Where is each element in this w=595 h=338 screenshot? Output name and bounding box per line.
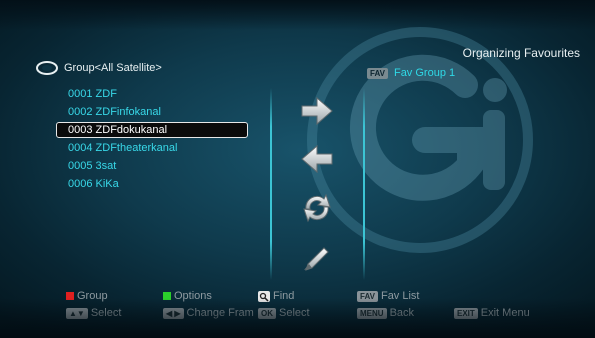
legend-fav-list: FAV Fav List [357, 290, 419, 302]
move-left-icon[interactable] [300, 144, 334, 174]
left-right-key-icon: ◀ ▶ [163, 307, 184, 319]
channel-item[interactable]: 0002 ZDFinfokanal [62, 103, 248, 121]
divider-right [363, 88, 365, 280]
channel-item[interactable]: 0004 ZDFtheaterkanal [62, 139, 248, 157]
divider-left [270, 88, 272, 280]
legend-group: Group [66, 290, 108, 302]
move-right-icon[interactable] [300, 96, 334, 126]
red-key-icon [66, 292, 74, 300]
menu-key-icon: MENU [357, 307, 387, 319]
page-title: Organizing Favourites [462, 46, 580, 60]
exit-key-icon: EXIT [454, 307, 478, 319]
legend-change-frame: ◀ ▶ Change Fram [163, 307, 254, 319]
channel-item[interactable]: 0005 3sat [62, 157, 248, 175]
legend-options: Options [163, 290, 212, 302]
find-icon [258, 290, 270, 302]
satellite-dish-icon [36, 61, 58, 75]
channel-item[interactable]: 0006 KiKa [62, 175, 248, 193]
legend-select: ▲▼ Select [66, 307, 121, 319]
channel-item[interactable]: 0001 ZDF [62, 85, 248, 103]
up-down-key-icon: ▲▼ [66, 307, 88, 319]
fav-group-header: FAV Fav Group 1 [367, 67, 455, 79]
ok-key-icon: OK [258, 307, 276, 319]
edit-icon[interactable] [300, 242, 334, 272]
group-label: Group<All Satellite> [64, 62, 162, 74]
fav-key-icon: FAV [357, 290, 378, 302]
legend-back: MENU Back [357, 307, 414, 319]
legend-find: Find [258, 290, 294, 302]
group-header: Group<All Satellite> [36, 61, 162, 75]
legend-ok-select: OK Select [258, 307, 310, 319]
swap-icon[interactable] [300, 193, 334, 223]
channel-list[interactable]: 0001 ZDF 0002 ZDFinfokanal 0003 ZDFdokuk… [56, 85, 248, 193]
fav-group-label: Fav Group 1 [393, 67, 456, 79]
screen: Organizing Favourites Group<All Satellit… [0, 0, 595, 338]
legend-exit: EXIT Exit Menu [454, 307, 530, 319]
green-key-icon [163, 292, 171, 300]
fav-badge: FAV [367, 67, 388, 79]
channel-item-selected[interactable]: 0003 ZDFdokukanal [56, 122, 248, 138]
